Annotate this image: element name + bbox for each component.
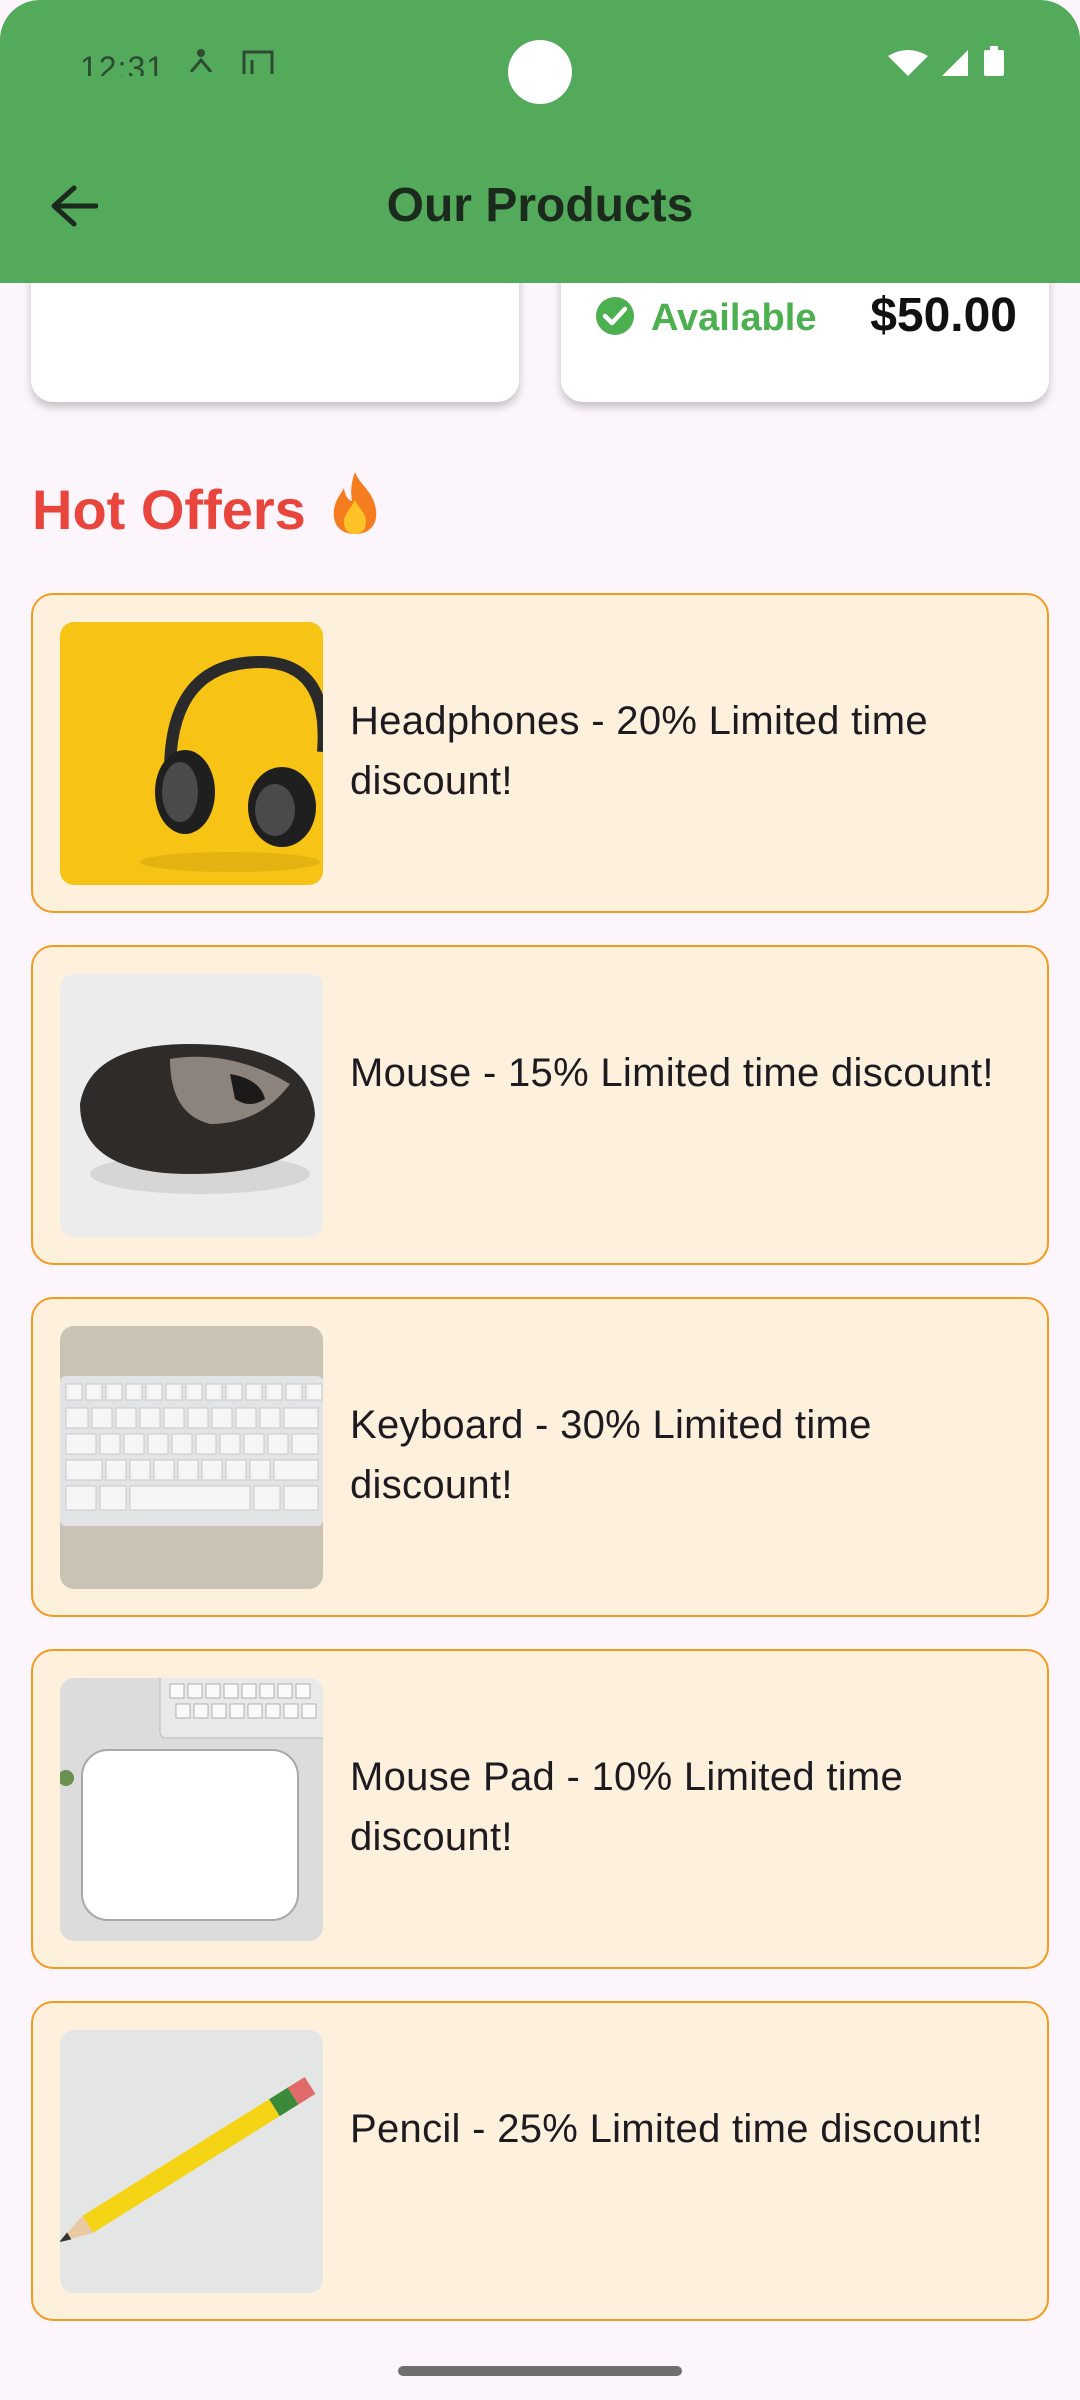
- offer-text: Headphones - 20% Limited time discount!: [350, 699, 928, 803]
- battery-icon: [984, 46, 1004, 81]
- keyboard-image: [60, 1326, 323, 1589]
- headphones-image: [60, 622, 323, 885]
- signal-icon: [942, 50, 968, 81]
- offer-text: Keyboard - 30% Limited time discount!: [350, 1403, 872, 1507]
- page-title: Our Products: [386, 179, 694, 232]
- offer-card-keyboard[interactable]: Keyboard - 30% Limited time discount!: [31, 1297, 1049, 1617]
- pencil-image: [60, 2030, 323, 2293]
- app-bar: 12:31 Our Products: [0, 0, 1080, 283]
- offer-card-headphones[interactable]: Headphones - 20% Limited time discount!: [31, 593, 1049, 913]
- camera-cutout: [508, 40, 572, 104]
- mouse-pad-image: [60, 1678, 323, 1941]
- check-circle-icon: [595, 296, 635, 341]
- accessibility-icon: [188, 48, 214, 77]
- status-time: 12:31: [80, 50, 166, 76]
- offer-text: Pencil - 25% Limited time discount!: [350, 2107, 983, 2151]
- offer-text: Mouse Pad - 10% Limited time discount!: [350, 1755, 904, 1859]
- home-indicator[interactable]: [398, 2366, 682, 2376]
- hot-offers-title: Hot Offers: [32, 470, 384, 549]
- offers-list: Headphones - 20% Limited time discount! …: [31, 593, 1049, 2353]
- fire-icon: [326, 470, 384, 549]
- hot-offers-label: Hot Offers: [32, 478, 306, 541]
- mouse-image: [60, 974, 323, 1237]
- offer-card-pencil[interactable]: Pencil - 25% Limited time discount!: [31, 2001, 1049, 2321]
- availability-label: Available: [651, 297, 817, 339]
- offer-card-mouse-pad[interactable]: Mouse Pad - 10% Limited time discount!: [31, 1649, 1049, 1969]
- availability-status: Available: [595, 296, 816, 341]
- status-bar: 12:31: [0, 0, 1080, 130]
- offer-card-mouse[interactable]: Mouse - 15% Limited time discount!: [31, 945, 1049, 1265]
- product-price: $50.00: [870, 289, 1017, 342]
- screenshot-icon: [240, 48, 276, 79]
- offer-text: Mouse - 15% Limited time discount!: [350, 1051, 994, 1095]
- wifi-icon: [888, 50, 928, 81]
